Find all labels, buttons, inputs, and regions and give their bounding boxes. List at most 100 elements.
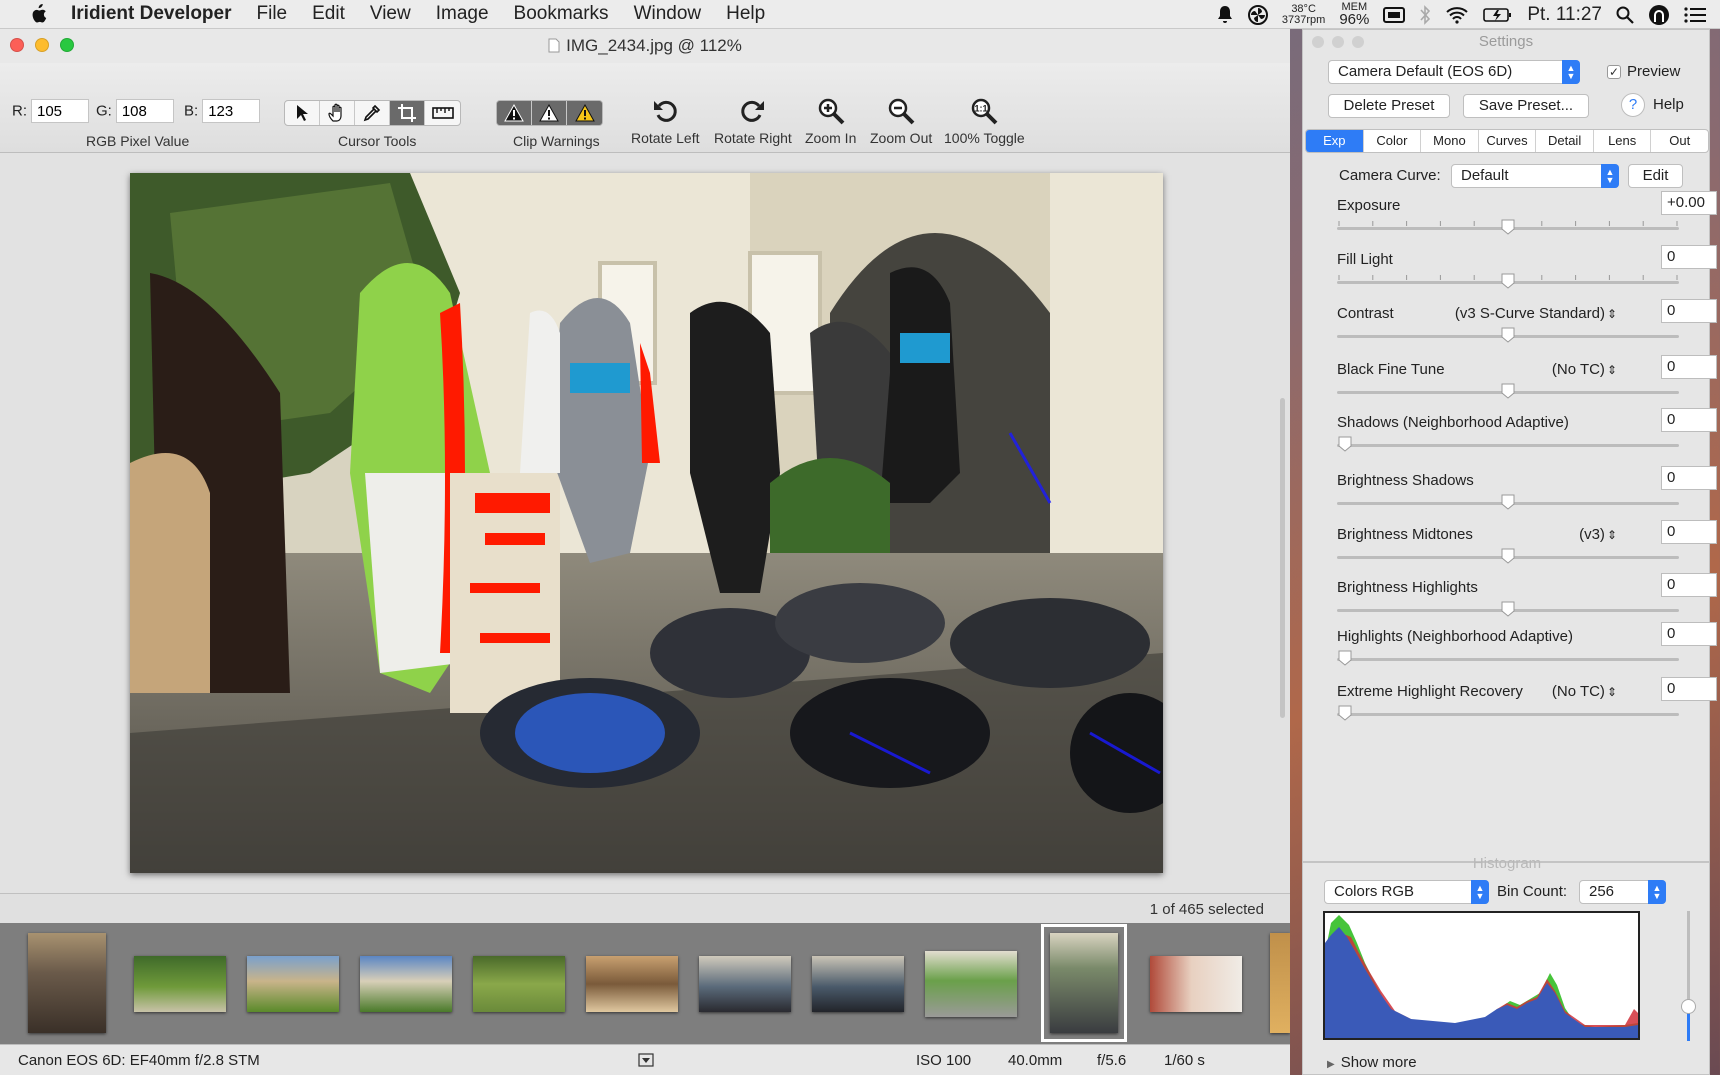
slider-track[interactable] bbox=[1337, 658, 1679, 661]
menu-image[interactable]: Image bbox=[436, 3, 489, 25]
apple-icon[interactable] bbox=[27, 4, 49, 24]
control-value-field[interactable]: 0 bbox=[1661, 299, 1717, 323]
control-value-field[interactable]: 0 bbox=[1661, 520, 1717, 544]
slider-knob[interactable] bbox=[1501, 327, 1515, 343]
tab-color[interactable]: Color bbox=[1364, 130, 1422, 152]
fan-icon[interactable] bbox=[1247, 4, 1268, 25]
thumbnail-10-selected[interactable] bbox=[1041, 924, 1127, 1042]
display-icon[interactable] bbox=[1383, 6, 1406, 24]
bin-count-dropdown[interactable]: 256 ▲ ▼ bbox=[1579, 880, 1666, 904]
slider-knob[interactable] bbox=[1338, 705, 1352, 721]
bluetooth-icon[interactable] bbox=[1419, 4, 1431, 25]
control-value-field[interactable]: 0 bbox=[1661, 466, 1717, 490]
straighten-tool[interactable] bbox=[425, 101, 460, 125]
settings-zoom-button[interactable] bbox=[1352, 36, 1364, 48]
save-preset-button[interactable]: Save Preset... bbox=[1463, 94, 1589, 118]
tab-out[interactable]: Out bbox=[1651, 130, 1708, 152]
shadow-clip-toggle[interactable] bbox=[497, 101, 532, 125]
slider-track[interactable] bbox=[1337, 713, 1679, 716]
photo-preview[interactable] bbox=[130, 173, 1163, 873]
preset-dropdown[interactable]: Camera Default (EOS 6D) ▲ ▼ bbox=[1328, 60, 1580, 84]
control-value-field[interactable]: 0 bbox=[1661, 245, 1717, 269]
histogram-slider-knob[interactable] bbox=[1681, 999, 1696, 1014]
slider-knob[interactable] bbox=[1338, 650, 1352, 666]
menu-view[interactable]: View bbox=[370, 3, 411, 25]
slider-knob[interactable] bbox=[1501, 273, 1515, 289]
help-button[interactable]: ? bbox=[1621, 93, 1645, 117]
r-value-field[interactable] bbox=[31, 99, 89, 123]
settings-close-button[interactable] bbox=[1312, 36, 1324, 48]
tab-exp[interactable]: Exp bbox=[1306, 130, 1364, 152]
info-menu-icon[interactable] bbox=[638, 1053, 654, 1067]
arrow-cursor-tool[interactable] bbox=[285, 101, 320, 125]
slider-track[interactable] bbox=[1337, 444, 1679, 447]
g-value-field[interactable] bbox=[115, 99, 174, 123]
tab-lens[interactable]: Lens bbox=[1594, 130, 1652, 152]
crop-tool[interactable] bbox=[390, 101, 425, 125]
thumbnail-12[interactable] bbox=[1270, 933, 1290, 1033]
rotate-left-button[interactable]: Rotate Left bbox=[631, 96, 700, 146]
camera-curve-dropdown[interactable]: Default ▲ ▼ bbox=[1451, 164, 1619, 188]
user-account-icon[interactable] bbox=[1648, 4, 1670, 26]
slider-knob[interactable] bbox=[1501, 383, 1515, 399]
settings-minimize-button[interactable] bbox=[1332, 36, 1344, 48]
slider-knob[interactable] bbox=[1501, 219, 1515, 235]
thumbnail-11[interactable] bbox=[1150, 956, 1242, 1012]
control-value-field[interactable]: 0 bbox=[1661, 408, 1717, 432]
menu-bookmarks[interactable]: Bookmarks bbox=[514, 3, 609, 25]
eyedropper-tool[interactable] bbox=[355, 101, 390, 125]
thumbnail-8[interactable] bbox=[812, 956, 904, 1012]
highlight-clip-toggle[interactable] bbox=[567, 101, 602, 125]
slider-knob[interactable] bbox=[1338, 436, 1352, 452]
thumbnail-6[interactable] bbox=[586, 956, 678, 1012]
thumbnail-5[interactable] bbox=[473, 956, 565, 1012]
preview-checkbox[interactable]: ✓ bbox=[1607, 65, 1621, 79]
toggle-100-button[interactable]: 1:1 100% Toggle bbox=[944, 96, 1025, 146]
zoom-in-button[interactable]: Zoom In bbox=[805, 96, 856, 146]
wifi-icon[interactable] bbox=[1445, 6, 1469, 24]
menu-help[interactable]: Help bbox=[726, 3, 765, 25]
delete-preset-button[interactable]: Delete Preset bbox=[1328, 94, 1450, 118]
control-mode-selector[interactable]: (No TC) ⇕ bbox=[1552, 361, 1617, 378]
hand-tool[interactable] bbox=[320, 101, 355, 125]
control-value-field[interactable]: 0 bbox=[1661, 622, 1717, 646]
camera-curve-edit-button[interactable]: Edit bbox=[1628, 164, 1683, 188]
notification-center-icon[interactable] bbox=[1684, 6, 1706, 23]
control-mode-selector[interactable]: (No TC) ⇕ bbox=[1552, 683, 1617, 700]
memory-readout[interactable]: MEM 96% bbox=[1339, 2, 1369, 28]
tab-detail[interactable]: Detail bbox=[1536, 130, 1594, 152]
histogram-mode-dropdown[interactable]: Colors RGB ▲ ▼ bbox=[1324, 880, 1489, 904]
menu-app-name[interactable]: Iridient Developer bbox=[71, 3, 232, 25]
b-value-field[interactable] bbox=[202, 99, 261, 123]
histogram-scale-slider[interactable] bbox=[1681, 911, 1696, 1041]
thumbnail-9[interactable] bbox=[925, 951, 1017, 1017]
control-value-field[interactable]: 0 bbox=[1661, 677, 1717, 701]
thumbnail-3[interactable] bbox=[247, 956, 339, 1012]
control-mode-selector[interactable]: (v3 S-Curve Standard) ⇕ bbox=[1455, 305, 1617, 322]
canvas-scrollbar[interactable] bbox=[1280, 398, 1285, 718]
menu-edit[interactable]: Edit bbox=[312, 3, 345, 25]
thumbnail-1[interactable] bbox=[28, 933, 106, 1033]
midtone-clip-toggle[interactable] bbox=[532, 101, 567, 125]
slider-knob[interactable] bbox=[1501, 548, 1515, 564]
spotlight-search-icon[interactable] bbox=[1616, 6, 1634, 24]
control-mode-selector[interactable]: (v3) ⇕ bbox=[1579, 526, 1617, 543]
bell-icon[interactable] bbox=[1216, 5, 1234, 25]
image-canvas[interactable] bbox=[0, 153, 1290, 893]
battery-icon[interactable] bbox=[1483, 7, 1513, 23]
control-value-field[interactable]: 0 bbox=[1661, 355, 1717, 379]
thumbnail-2[interactable] bbox=[134, 956, 226, 1012]
clock[interactable]: Pt. 11:27 bbox=[1527, 4, 1602, 26]
control-value-field[interactable]: 0 bbox=[1661, 573, 1717, 597]
thumbnail-4[interactable] bbox=[360, 956, 452, 1012]
control-value-field[interactable]: +0.00 bbox=[1661, 191, 1717, 215]
menu-window[interactable]: Window bbox=[634, 3, 702, 25]
slider-knob[interactable] bbox=[1501, 601, 1515, 617]
slider-knob[interactable] bbox=[1501, 494, 1515, 510]
zoom-out-button[interactable]: Zoom Out bbox=[870, 96, 932, 146]
menu-file[interactable]: File bbox=[257, 3, 288, 25]
temperature-readout[interactable]: 38°C 3737rpm bbox=[1282, 3, 1325, 26]
thumbnail-7[interactable] bbox=[699, 956, 791, 1012]
tab-curves[interactable]: Curves bbox=[1479, 130, 1537, 152]
rotate-right-button[interactable]: Rotate Right bbox=[714, 96, 792, 146]
